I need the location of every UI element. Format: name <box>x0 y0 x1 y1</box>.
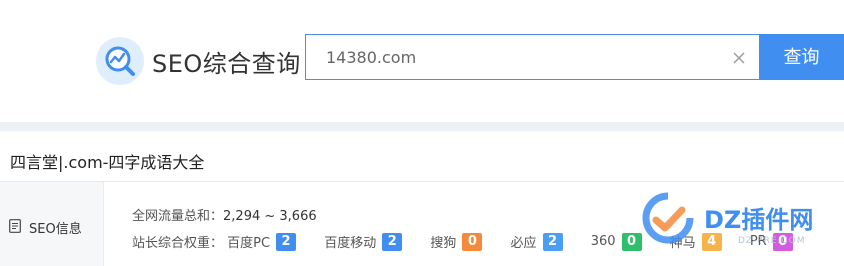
weight-360[interactable]: 360 0 <box>591 232 642 251</box>
section-divider <box>0 122 844 131</box>
watermark-text: DZ插件网 <box>704 206 814 234</box>
weight-badge: 2 <box>382 232 403 251</box>
watermark-subtext: DZ-PRE.COM <box>738 236 806 246</box>
weights-label: 站长综合权重： <box>132 236 224 251</box>
weight-badge: 0 <box>462 232 483 251</box>
traffic-total: 全网流量总和：2,294 ~ 3,666 <box>132 205 317 224</box>
weight-badge: 2 <box>542 232 563 251</box>
weight-bing[interactable]: 必应 2 <box>511 232 563 251</box>
site-title: 四言堂|.com-四字成语大全 <box>10 153 205 172</box>
row-divider <box>0 181 844 182</box>
watermark-logo-icon <box>642 192 694 244</box>
search-input[interactable] <box>326 35 726 79</box>
close-icon[interactable] <box>731 50 747 66</box>
weight-badge: 4 <box>701 232 722 251</box>
weight-sogou[interactable]: 搜狗 0 <box>430 232 483 251</box>
seo-info-label: SEO信息 <box>29 222 82 237</box>
header: SEO综合查询 查询 <box>0 0 844 122</box>
chart-line-magnifier-icon <box>96 37 144 85</box>
weights-row: 站长综合权重： 百度PC 2 百度移动 2 搜狗 0 必应 2 360 0 神马 4 PR 0 <box>132 232 817 252</box>
weight-badge: 0 <box>621 232 642 251</box>
weight-badge: 2 <box>276 232 297 251</box>
logo-text: SEO综合查询 <box>152 50 301 78</box>
weight-baidu-pc[interactable]: 百度PC 2 <box>227 232 297 251</box>
traffic-value: 2,294 ~ 3,666 <box>223 209 317 224</box>
search-box <box>305 34 759 80</box>
search-button[interactable]: 查询 <box>759 34 844 80</box>
weight-baidu-mobile[interactable]: 百度移动 2 <box>324 232 403 251</box>
document-icon <box>9 219 21 233</box>
traffic-label: 全网流量总和： <box>132 209 224 224</box>
